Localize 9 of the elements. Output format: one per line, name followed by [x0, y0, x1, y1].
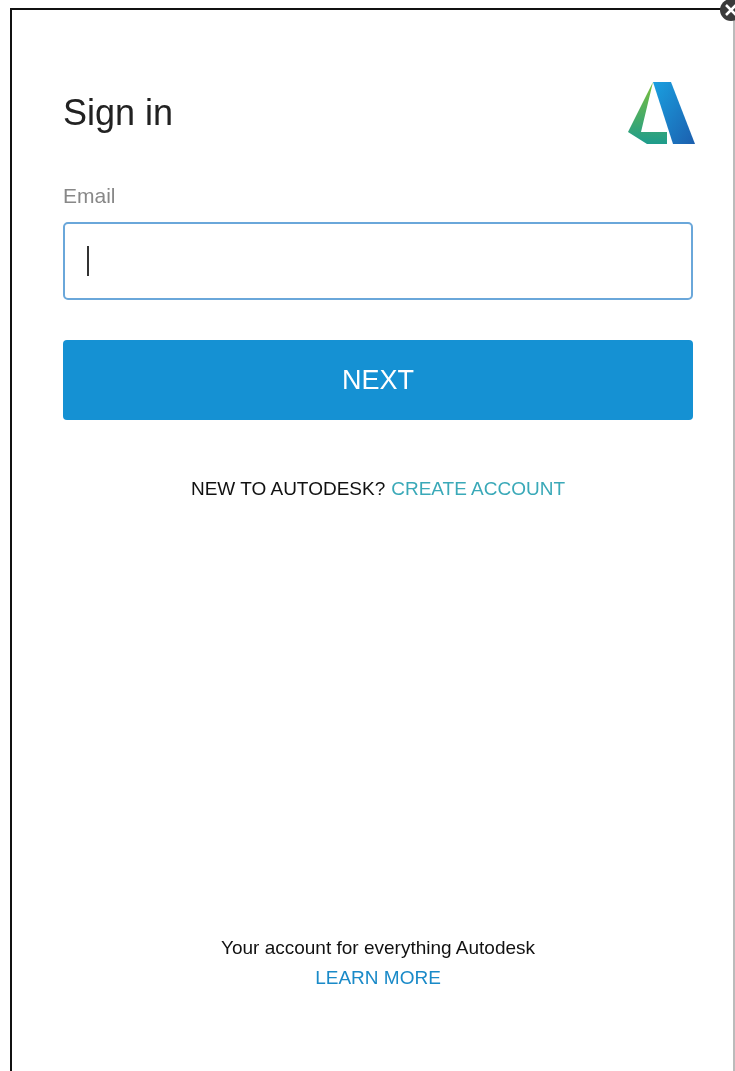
email-field[interactable] — [63, 222, 693, 300]
next-button[interactable]: NEXT — [63, 340, 693, 420]
email-label: Email — [63, 184, 117, 208]
logo-icon — [627, 80, 695, 146]
signup-prompt: NEW TO AUTODESK? — [190, 478, 386, 500]
learn-more-link[interactable]: LEARN MORE — [315, 967, 441, 989]
page-title: Sign in — [63, 92, 174, 134]
tagline: Your account for everything Autodesk — [219, 937, 537, 959]
create-account-link[interactable]: CREATE ACCOUNT — [391, 478, 566, 500]
